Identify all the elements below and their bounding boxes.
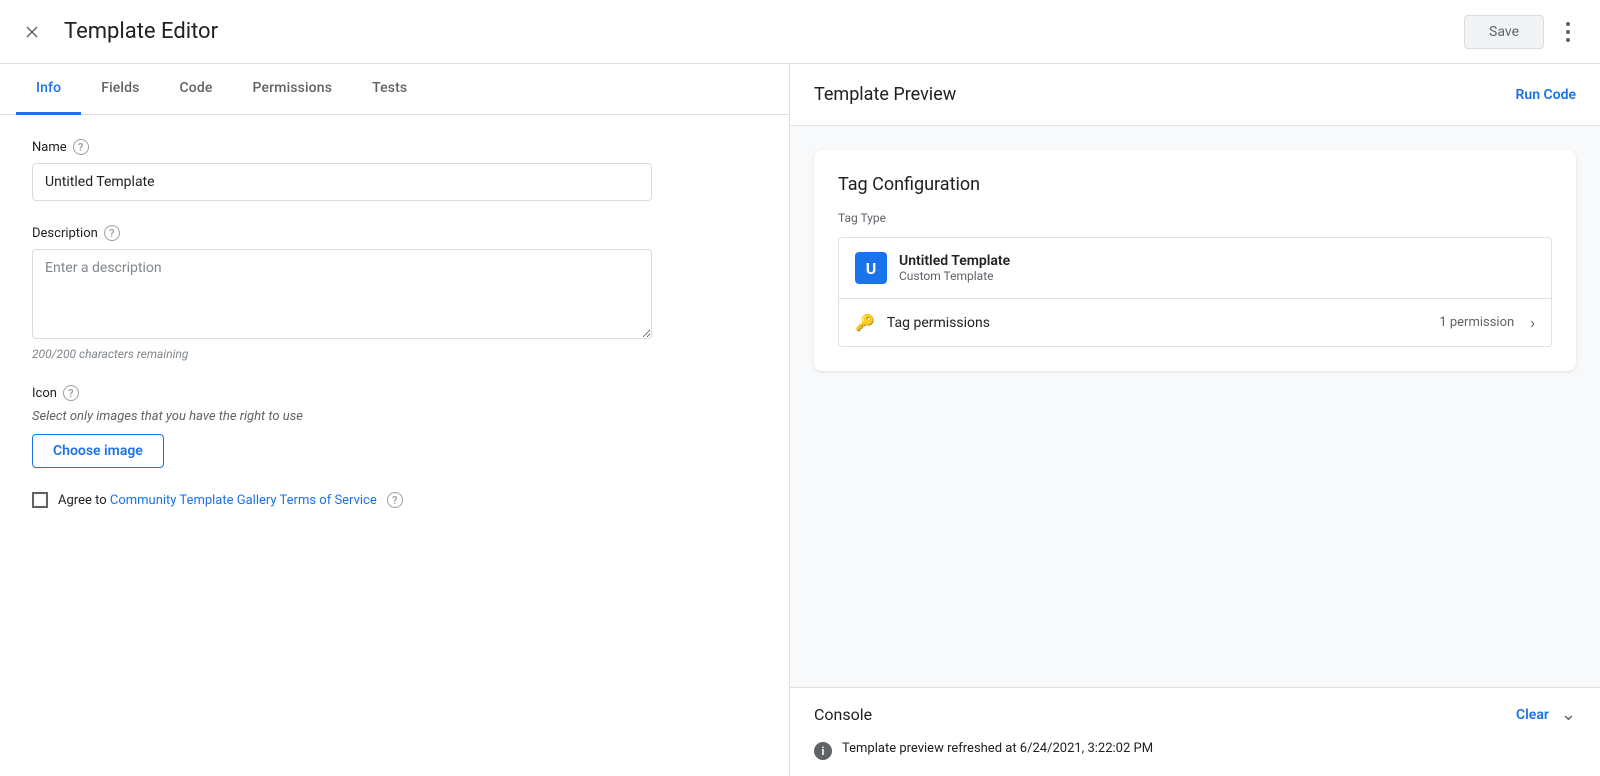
description-input[interactable] — [32, 249, 652, 339]
name-input[interactable] — [32, 163, 652, 201]
tab-info[interactable]: Info — [16, 64, 81, 115]
agree-checkbox[interactable] — [32, 492, 48, 508]
tag-config-title: Tag Configuration — [838, 174, 1552, 195]
close-button[interactable] — [16, 16, 48, 48]
console-content: i Template preview refreshed at 6/24/202… — [790, 741, 1600, 776]
tab-code[interactable]: Code — [160, 64, 233, 115]
app-header: Template Editor Save — [0, 0, 1600, 64]
tag-config-card: Tag Configuration Tag Type U Untitled Te… — [814, 150, 1576, 371]
name-field-group: Name ? — [32, 139, 757, 201]
right-header: Template Preview Run Code — [790, 64, 1600, 126]
chevron-right-icon: › — [1530, 313, 1535, 332]
right-panel: Template Preview Run Code Tag Configurat… — [790, 64, 1600, 776]
console-section: Console Clear ⌄ i Template preview refre… — [790, 687, 1600, 776]
icon-subtitle: Select only images that you have the rig… — [32, 409, 757, 424]
tag-type-label: Tag Type — [838, 211, 1552, 225]
icon-label: Icon ? — [32, 385, 757, 401]
tos-link[interactable]: Community Template Gallery Terms of Serv… — [110, 493, 377, 508]
tab-permissions[interactable]: Permissions — [233, 64, 353, 115]
agree-row: Agree to Community Template Gallery Term… — [32, 492, 757, 508]
name-help-icon[interactable]: ? — [73, 139, 89, 155]
header-right: Save — [1464, 15, 1584, 49]
icon-help-icon[interactable]: ? — [63, 385, 79, 401]
clear-button[interactable]: Clear — [1516, 707, 1549, 723]
permissions-count: 1 permission — [1439, 315, 1514, 330]
console-log-row: i Template preview refreshed at 6/24/202… — [814, 741, 1576, 760]
tab-tests[interactable]: Tests — [352, 64, 427, 115]
tab-fields[interactable]: Fields — [81, 64, 159, 115]
description-field-group: Description ? 200/200 characters remaini… — [32, 225, 757, 361]
char-count: 200/200 characters remaining — [32, 347, 757, 361]
console-actions: Clear ⌄ — [1516, 704, 1576, 725]
key-icon: 🔑 — [855, 313, 875, 332]
preview-title: Template Preview — [814, 84, 956, 105]
preview-area: Tag Configuration Tag Type U Untitled Te… — [790, 126, 1600, 687]
choose-image-button[interactable]: Choose image — [32, 434, 164, 468]
page-title: Template Editor — [64, 19, 218, 44]
tag-sub: Custom Template — [899, 269, 1535, 283]
permissions-label: Tag permissions — [887, 315, 1427, 331]
description-label: Description ? — [32, 225, 757, 241]
console-title: Console — [814, 705, 872, 724]
agree-text: Agree to Community Template Gallery Term… — [58, 493, 377, 508]
left-panel: Info Fields Code Permissions Tests Name … — [0, 64, 790, 776]
tag-name: Untitled Template — [899, 253, 1535, 269]
console-header[interactable]: Console Clear ⌄ — [790, 688, 1600, 741]
more-options-button[interactable] — [1552, 16, 1584, 48]
run-code-button[interactable]: Run Code — [1516, 87, 1577, 103]
info-icon: i — [814, 742, 832, 760]
name-label: Name ? — [32, 139, 757, 155]
save-button[interactable]: Save — [1464, 15, 1544, 49]
tos-help-icon[interactable]: ? — [387, 492, 403, 508]
tag-info: Untitled Template Custom Template — [899, 253, 1535, 283]
tag-type-item[interactable]: U Untitled Template Custom Template — [839, 238, 1551, 299]
expand-icon: ⌄ — [1561, 704, 1576, 725]
header-left: Template Editor — [16, 16, 218, 48]
icon-field-group: Icon ? Select only images that you have … — [32, 385, 757, 468]
tag-type-row: U Untitled Template Custom Template 🔑 Ta… — [838, 237, 1552, 347]
left-content: Name ? Description ? 200/200 characters … — [0, 115, 789, 776]
tabs-bar: Info Fields Code Permissions Tests — [0, 64, 789, 115]
description-help-icon[interactable]: ? — [104, 225, 120, 241]
console-message: Template preview refreshed at 6/24/2021,… — [842, 741, 1153, 756]
main-layout: Info Fields Code Permissions Tests Name … — [0, 64, 1600, 776]
tag-icon: U — [855, 252, 887, 284]
permissions-row[interactable]: 🔑 Tag permissions 1 permission › — [839, 299, 1551, 346]
